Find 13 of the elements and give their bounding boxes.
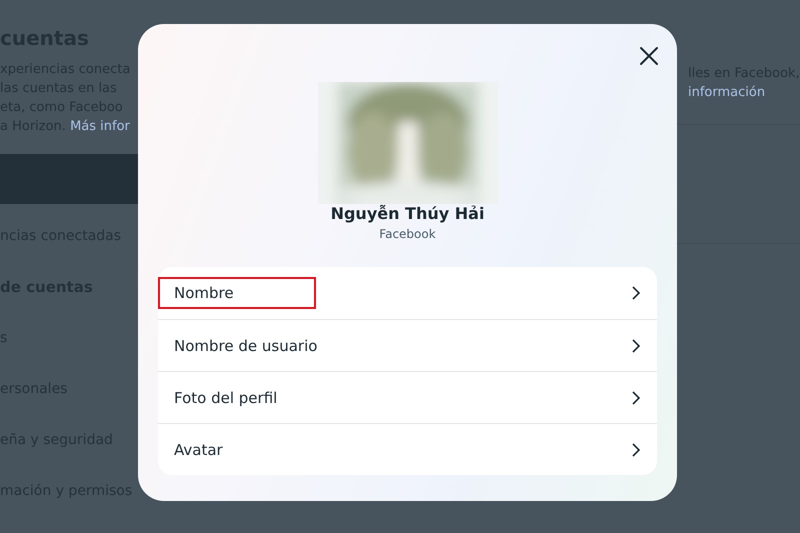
settings-row[interactable]: Avatar	[158, 423, 657, 475]
platform-label: Facebook	[379, 227, 436, 241]
chevron-icon	[631, 338, 641, 352]
settings-row[interactable]: Nombre de usuario	[158, 319, 657, 371]
more-info-link[interactable]: información	[688, 85, 766, 100]
settings-row[interactable]: Foto del perfil	[158, 371, 657, 423]
close-icon[interactable]	[639, 46, 659, 66]
settings-row[interactable]: Nombre	[158, 267, 657, 319]
profile-name: Nguyễn Thúy Hải	[330, 204, 484, 223]
more-info-link[interactable]: Más infor	[70, 119, 130, 134]
chevron-icon	[631, 442, 641, 456]
chevron-icon	[631, 286, 641, 300]
chevron-icon	[631, 390, 641, 404]
